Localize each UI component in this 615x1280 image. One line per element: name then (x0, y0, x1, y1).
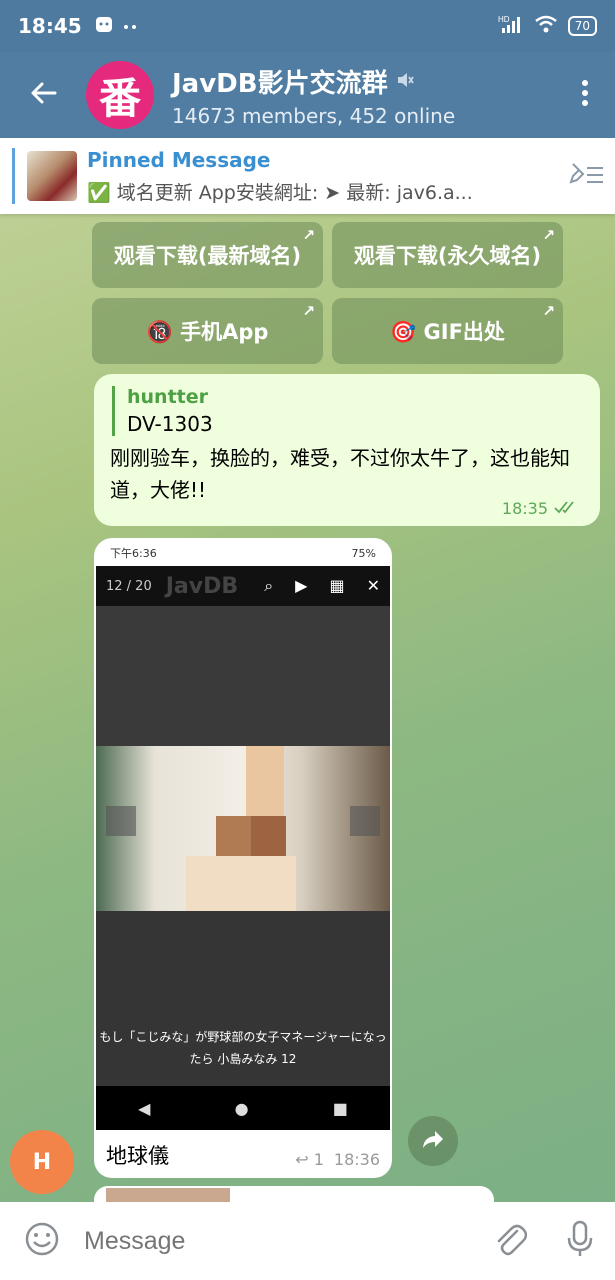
more-notifications-icon (122, 17, 138, 36)
inline-button-mobile-app[interactable]: 🔞 手机App ↗ (92, 298, 323, 364)
inline-button-gif-source[interactable]: 🎯 GIF出处 ↗ (332, 298, 563, 364)
play-icon: ▶ (295, 576, 308, 595)
reply-preview[interactable]: huntter DV-1303 (112, 386, 584, 436)
status-time: 18:45 (18, 14, 82, 38)
close-icon: ✕ (366, 576, 380, 595)
double-check-icon (554, 499, 580, 518)
wifi-icon (534, 14, 558, 38)
back-arrow-icon (29, 81, 57, 109)
inline-button-watch-latest[interactable]: 观看下载(最新域名) ↗ (92, 222, 323, 288)
external-link-icon: ↗ (302, 226, 315, 244)
incoming-media-message[interactable]: 下午6:36 75% 12 / 20 JavDB ⌕ ▶ ▦ ✕ もし「こじみな… (94, 538, 392, 1178)
censored-photo (96, 746, 390, 911)
message-composer (0, 1202, 615, 1280)
screenshot-image[interactable]: 下午6:36 75% 12 / 20 JavDB ⌕ ▶ ▦ ✕ もし「こじみな… (96, 540, 390, 1130)
media-caption: 地球儀 (106, 1144, 169, 1168)
reply-text: DV-1303 (127, 412, 213, 436)
pinned-message-bar[interactable]: Pinned Message ✅ 域名更新 App安裝網址: ➤ 最新: jav… (0, 138, 615, 214)
screenshot-app-name: JavDB (165, 573, 239, 599)
outgoing-message-bubble[interactable]: huntter DV-1303 刚刚验车，换脸的，难受，不过你太牛了，这也能知道… (94, 374, 600, 526)
voice-record-button[interactable] (545, 1220, 615, 1262)
pinned-list-button[interactable] (559, 138, 615, 214)
more-vertical-icon (581, 79, 589, 111)
screenshot-status-battery: 75% (351, 546, 376, 560)
replies-indicator[interactable]: ↩ 1 (295, 1150, 324, 1169)
screenshot-caption: もし「こじみな」が野球部の女子マネージャーになったら 小島みなみ 12 (99, 1030, 387, 1066)
pinned-preview: ✅ 域名更新 App安裝網址: ➤ 最新: jav6.a... (87, 181, 473, 204)
media-time: 18:36 (333, 1150, 380, 1169)
screenshot-counter: 12 / 20 (106, 578, 152, 594)
emoji-button[interactable] (0, 1221, 84, 1261)
message-text: 刚刚验车，换脸的，难受，不过你太牛了，这也能知道，大佬!! (110, 446, 570, 502)
share-button[interactable] (408, 1116, 458, 1166)
smiley-icon (24, 1221, 60, 1261)
nav-recent-icon: ■ (332, 1098, 348, 1118)
nav-back-icon: ◀ (138, 1098, 151, 1118)
pinned-thumbnail (27, 151, 77, 201)
sender-avatar[interactable]: H (10, 1130, 74, 1194)
member-count: 14673 members, 452 online (172, 103, 456, 128)
muted-icon (396, 66, 414, 96)
more-menu-button[interactable] (555, 52, 615, 138)
reply-arrow-icon: ↩ (295, 1150, 309, 1169)
battery-indicator: 70 (567, 16, 597, 36)
paperclip-icon (493, 1221, 528, 1261)
microphone-icon (566, 1220, 594, 1262)
blurred-background (96, 606, 390, 746)
pinned-title: Pinned Message (87, 147, 271, 172)
message-time: 18:35 (501, 499, 548, 518)
chat-avatar[interactable]: 番 (86, 61, 154, 129)
external-link-icon: ↗ (542, 226, 555, 244)
share-arrow-icon (421, 1129, 445, 1153)
chat-title: JavDB影片交流群 (172, 68, 388, 99)
pinned-indicator (12, 148, 15, 204)
inline-button-watch-permanent[interactable]: 观看下载(永久域名) ↗ (332, 222, 563, 288)
reply-count: 1 (313, 1150, 324, 1169)
reply-author: huntter (127, 386, 209, 408)
chat-title-area[interactable]: JavDB影片交流群 14673 members, 452 online (172, 63, 555, 128)
status-bar: 18:45 HD 70 (0, 0, 615, 52)
chat-header: 番 JavDB影片交流群 14673 members, 452 online (0, 52, 615, 138)
pin-list-icon (567, 160, 607, 192)
notification-app-icon (94, 14, 114, 38)
external-link-icon: ↗ (302, 302, 315, 320)
signal-icon: HD (498, 14, 524, 38)
svg-text:HD: HD (498, 15, 510, 24)
screenshot-nav-bar: ◀ ● ■ (96, 1086, 390, 1130)
grid-icon: ▦ (329, 576, 345, 595)
external-link-icon: ↗ (542, 302, 555, 320)
attach-button[interactable] (475, 1221, 545, 1261)
back-button[interactable] (0, 52, 86, 138)
nav-home-icon: ● (234, 1098, 249, 1118)
screenshot-status-time: 下午6:36 (110, 547, 157, 560)
search-icon: ⌕ (264, 576, 274, 595)
message-input[interactable] (84, 1226, 475, 1256)
